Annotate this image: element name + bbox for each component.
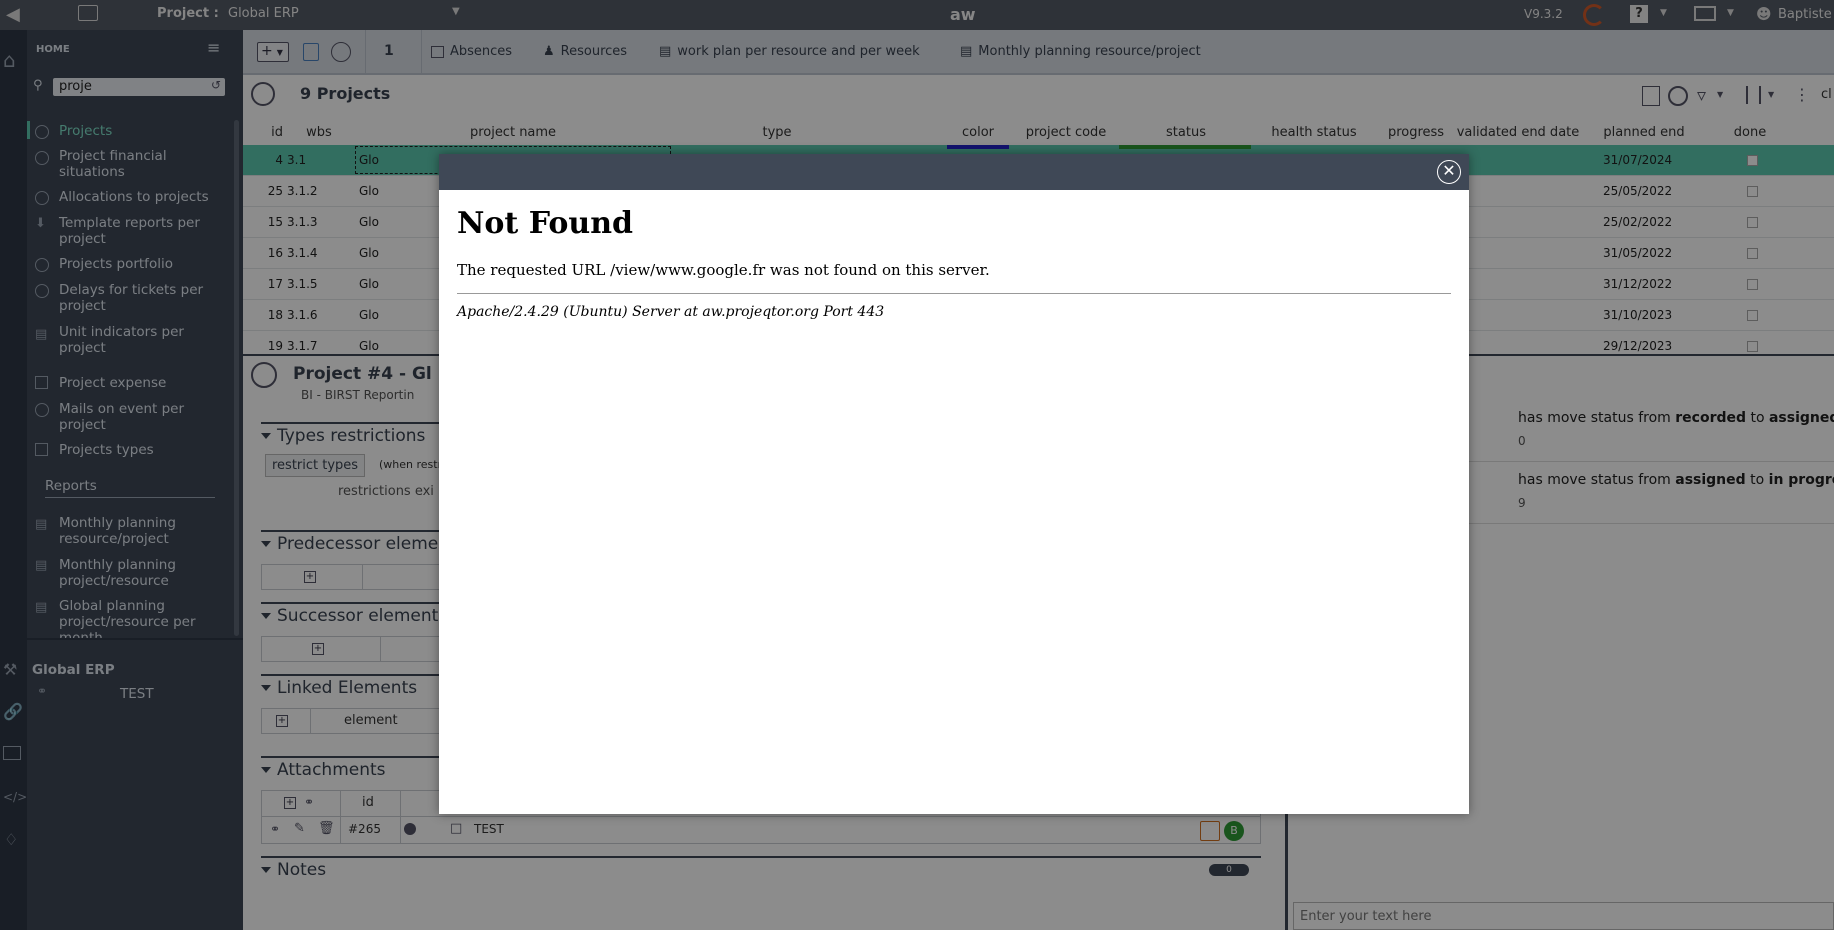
dialog-content: Not Found The requested URL /view/www.go…	[457, 200, 1451, 320]
close-icon[interactable]: ✕	[1437, 160, 1461, 184]
error-dialog: ✕ Not Found The requested URL /view/www.…	[439, 154, 1469, 814]
error-heading: Not Found	[457, 206, 634, 241]
error-message: The requested URL /view/www.google.fr wa…	[457, 261, 990, 279]
dialog-title-bar: ✕	[439, 154, 1469, 190]
divider	[457, 293, 1451, 294]
server-signature: Apache/2.4.29 (Ubuntu) Server at aw.proj…	[457, 304, 885, 320]
